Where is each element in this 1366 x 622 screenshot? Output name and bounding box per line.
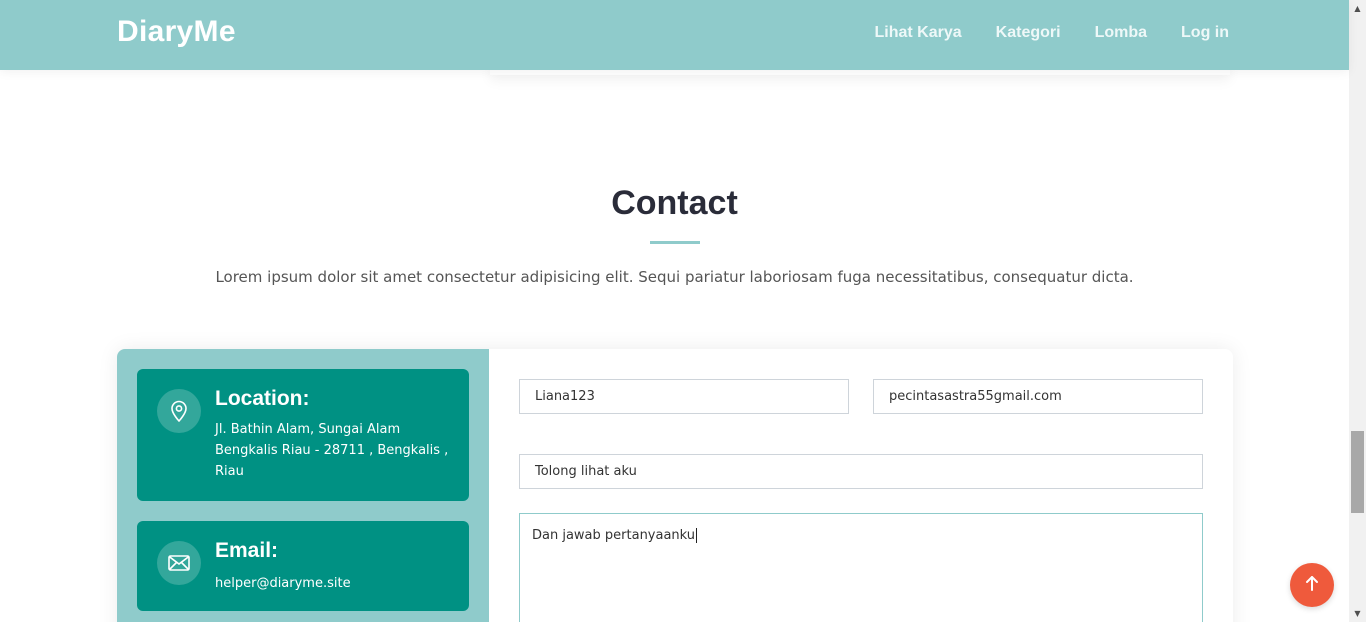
title-underline [650, 241, 700, 244]
email-input[interactable]: pecintasastra55gmail.com [873, 379, 1203, 414]
text-caret [696, 528, 698, 543]
email-address[interactable]: helper@diaryme.site [215, 573, 455, 594]
scrollbar-thumb[interactable] [1351, 431, 1364, 513]
site-header: DiaryMe Lihat Karya Kategori Lomba Log i… [0, 0, 1349, 70]
message-textarea[interactable]: Dan jawab pertanyaanku [519, 513, 1203, 622]
contact-container: Location: Jl. Bathin Alam, Sungai Alam B… [117, 349, 1233, 622]
scroll-down-arrow-icon[interactable]: ▼ [1349, 605, 1366, 622]
location-address: Jl. Bathin Alam, Sungai Alam Bengkalis R… [215, 422, 449, 479]
arrow-up-icon [1305, 575, 1319, 595]
contact-info-column: Location: Jl. Bathin Alam, Sungai Alam B… [117, 349, 489, 622]
contact-form: Liana123 pecintasastra55gmail.com Tolong… [489, 349, 1233, 622]
email-info-box: Email: helper@diaryme.site [137, 521, 469, 611]
subject-input-value: Tolong lihat aku [535, 464, 637, 479]
section-title: Contact [611, 184, 738, 222]
main-nav: Lihat Karya Kategori Lomba Log in [875, 24, 1229, 42]
email-title: Email: [215, 539, 279, 562]
back-to-top-button[interactable] [1290, 563, 1334, 607]
map-pin-icon [157, 389, 201, 433]
nav-kategori[interactable]: Kategori [996, 24, 1061, 42]
name-input-value: Liana123 [535, 389, 595, 404]
page-scrollbar[interactable]: ▲ ▼ [1349, 0, 1366, 622]
name-input[interactable]: Liana123 [519, 379, 849, 414]
nav-lomba[interactable]: Lomba [1095, 24, 1147, 42]
site-logo[interactable]: DiaryMe [117, 15, 236, 49]
nav-login[interactable]: Log in [1181, 24, 1229, 42]
email-input-value: pecintasastra55gmail.com [889, 389, 1062, 404]
subject-input[interactable]: Tolong lihat aku [519, 454, 1203, 489]
location-title: Location: [215, 387, 310, 410]
envelope-icon [157, 541, 201, 585]
scroll-up-arrow-icon[interactable]: ▲ [1349, 0, 1366, 17]
section-description: Lorem ipsum dolor sit amet consectetur a… [215, 268, 1134, 286]
location-info-box: Location: Jl. Bathin Alam, Sungai Alam B… [137, 369, 469, 501]
nav-lihat-karya[interactable]: Lihat Karya [875, 24, 962, 42]
message-textarea-value: Dan jawab pertanyaanku [532, 528, 696, 543]
